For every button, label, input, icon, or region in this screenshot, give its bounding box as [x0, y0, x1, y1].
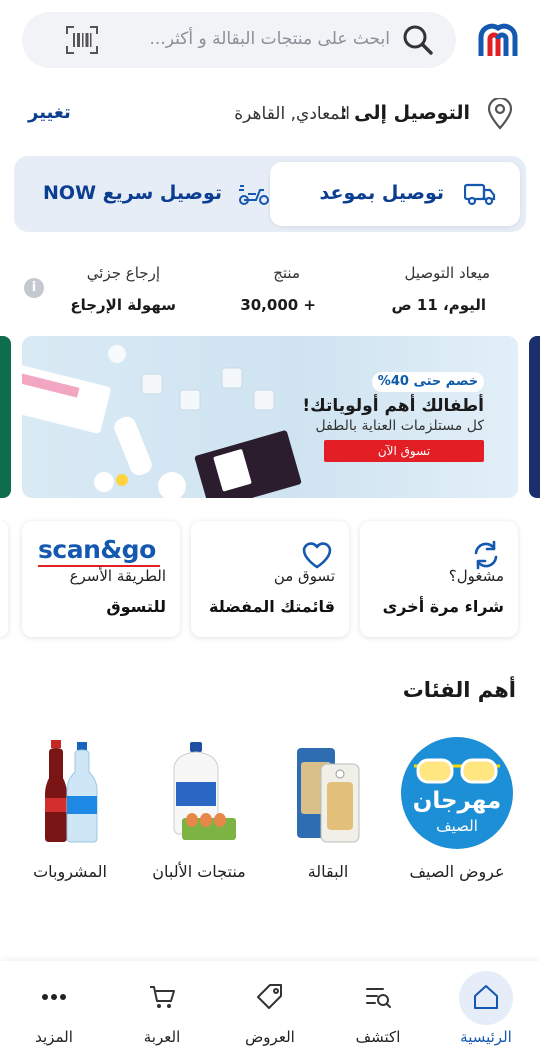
- express-delivery-label: توصيل سريع NOW: [43, 182, 222, 204]
- change-address-link[interactable]: تغيير: [28, 102, 71, 123]
- scheduled-delivery-label: توصيل بموعد: [319, 182, 444, 204]
- express-delivery-option[interactable]: توصيل سريع NOW: [20, 162, 270, 226]
- top-categories-title: أهم الفئات: [402, 678, 516, 702]
- barcode-scan-icon[interactable]: [66, 26, 98, 54]
- summer-festival-badge: مهرجان الصيف: [401, 737, 513, 849]
- search-icon: [403, 25, 433, 55]
- info-label-products: منتج: [273, 264, 300, 282]
- beverages-image: [45, 740, 98, 843]
- scan-and-go-logo: scan&go: [38, 535, 156, 564]
- grocery-products-image: [297, 748, 360, 843]
- category-grocery[interactable]: [263, 728, 393, 858]
- previous-banner-peek[interactable]: [0, 336, 11, 498]
- delivery-title: التوصيل إلى :: [339, 102, 470, 124]
- nav-home-label: الرئيسية: [460, 1028, 512, 1046]
- category-label-dairy[interactable]: منتجات الألبان: [134, 862, 264, 881]
- buy-again-card[interactable]: مشغول؟ شراء مرة أخرى: [360, 521, 518, 637]
- info-label-delivery-time: ميعاد التوصيل: [404, 264, 490, 282]
- info-label-partial-return: إرجاع جزئي: [86, 264, 160, 282]
- info-value-delivery-time: اليوم، 11 ص: [391, 296, 487, 314]
- buy-again-subtitle: مشغول؟: [448, 567, 504, 585]
- category-label-summer-offers[interactable]: عروض الصيف: [392, 862, 522, 881]
- nav-offers-label: العروض: [245, 1028, 295, 1046]
- app-logo: [478, 23, 518, 56]
- nav-discover-label: اكتشف: [355, 1028, 401, 1046]
- nav-home[interactable]: الرئيسية: [432, 961, 540, 1057]
- category-summer-offers[interactable]: مهرجان الصيف: [392, 728, 522, 858]
- info-value-easy-return: سهولة الإرجاع: [70, 296, 176, 314]
- buy-again-title: شراء مرة أخرى: [382, 597, 504, 616]
- category-label-beverages[interactable]: المشروبات: [5, 862, 135, 881]
- location-pin-icon: [487, 98, 513, 130]
- nav-discover[interactable]: اكتشف: [324, 961, 432, 1057]
- scooter-icon: [239, 185, 269, 205]
- bottom-navigation: الرئيسية اكتشف العروض العربة المزيد: [0, 961, 540, 1057]
- search-placeholder: ابحث على منتجات البقالة و أكثر...: [149, 29, 390, 49]
- scan-and-go-subtitle: الطريقة الأسرع: [69, 567, 166, 585]
- info-value-products: 30,000 +: [240, 296, 316, 314]
- banner-subtitle: كل مستلزمات العناية بالطفل: [315, 418, 484, 434]
- favorites-title: قائمتك المفضلة: [209, 597, 335, 616]
- nav-cart-label: العربة: [143, 1028, 181, 1046]
- tag-icon: [257, 984, 282, 1009]
- discover-icon: [366, 988, 391, 1008]
- baby-products-illustration: [22, 345, 302, 498]
- category-dairy[interactable]: [134, 728, 264, 858]
- dairy-products-image: [173, 742, 236, 840]
- home-icon: [474, 985, 498, 1009]
- summer-badge-line1: مهرجان: [413, 788, 502, 814]
- info-icon[interactable]: i: [24, 278, 44, 298]
- card-peek-left: [0, 521, 8, 637]
- summer-badge-line2: الصيف: [436, 817, 478, 835]
- delivery-address: المعادي, القاهرة: [234, 104, 350, 124]
- nav-offers[interactable]: العروض: [216, 961, 324, 1057]
- nav-cart[interactable]: العربة: [108, 961, 216, 1057]
- favorites-subtitle: تسوق من: [273, 567, 335, 585]
- scheduled-delivery-option[interactable]: توصيل بموعد: [270, 162, 520, 226]
- discount-badge: خصم حتى 40%: [372, 372, 484, 392]
- category-label-grocery[interactable]: البقالة: [263, 862, 393, 881]
- search-bar[interactable]: ابحث على منتجات البقالة و أكثر...: [22, 12, 456, 68]
- nav-more-label: المزيد: [35, 1028, 73, 1046]
- next-banner-peek[interactable]: [529, 336, 540, 498]
- shop-now-button[interactable]: تسوق الآن: [324, 440, 484, 462]
- truck-icon: [464, 183, 496, 206]
- scan-and-go-title: للتسوق: [106, 597, 166, 616]
- favorites-list-card[interactable]: تسوق من قائمتك المفضلة: [191, 521, 349, 637]
- cart-icon: [150, 986, 175, 1008]
- more-icon: [42, 994, 66, 1000]
- promo-banner[interactable]: خصم حتى 40% أطفالك أهم أولوياتك! كل مستل…: [22, 336, 518, 498]
- category-beverages[interactable]: [5, 728, 135, 858]
- scan-and-go-card[interactable]: scan&go الطريقة الأسرع للتسوق: [22, 521, 180, 637]
- nav-more[interactable]: المزيد: [0, 961, 108, 1057]
- banner-title: أطفالك أهم أولوياتك!: [302, 396, 484, 416]
- delivery-type-toggle: توصيل بموعد توصيل سريع NOW: [14, 156, 526, 232]
